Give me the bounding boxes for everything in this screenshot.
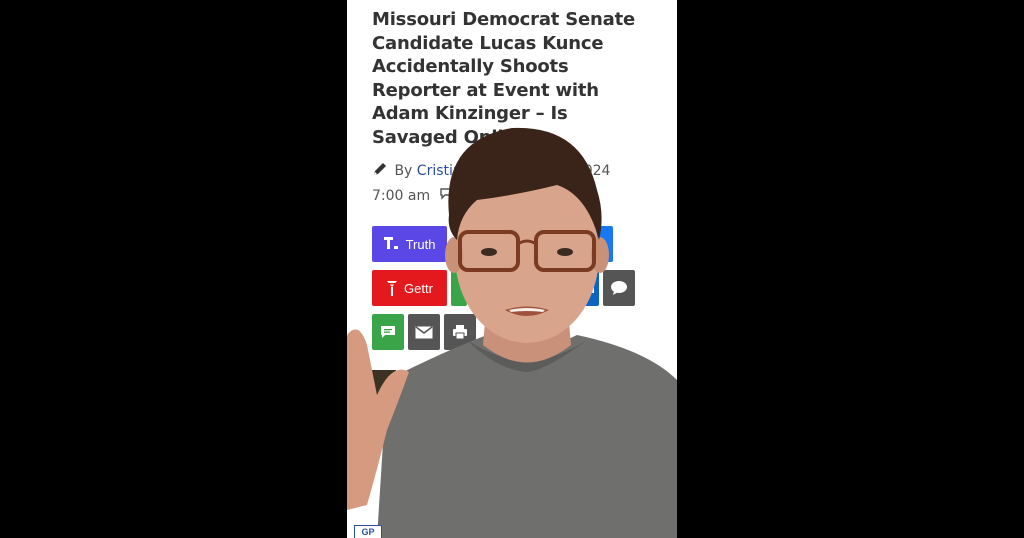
video-frame: Missouri Democrat Senate Candidate Lucas… — [0, 0, 1024, 538]
site-badge: GP — [354, 525, 382, 538]
presenter-video — [347, 127, 677, 538]
screen-recording: Missouri Democrat Senate Candidate Lucas… — [347, 0, 677, 538]
